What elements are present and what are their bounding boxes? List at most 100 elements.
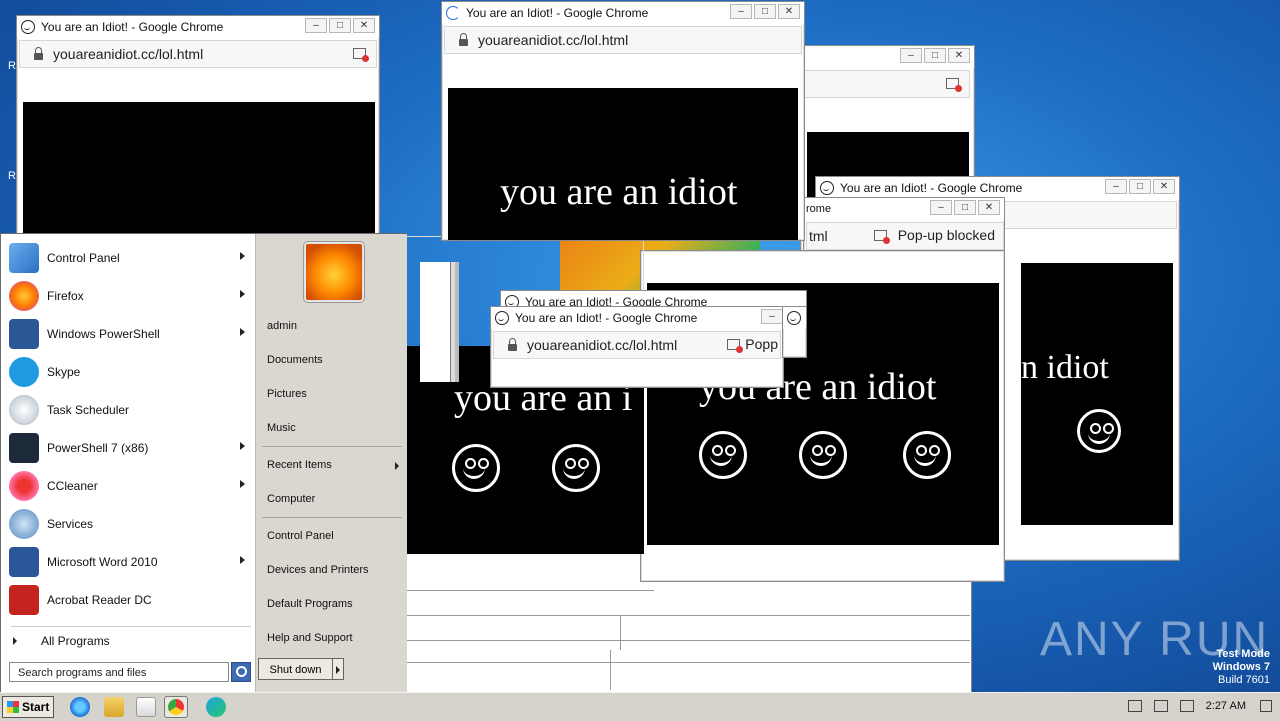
title-bar[interactable]: You are an Idiot! - Google Chrome – [491, 307, 783, 329]
powershell7-icon [9, 433, 39, 463]
volume-icon[interactable] [1128, 700, 1142, 712]
start-item-control-panel[interactable]: Control Panel [9, 240, 253, 276]
start-item-label: Windows PowerShell [47, 327, 160, 341]
places-item-documents[interactable]: Documents [267, 354, 323, 366]
watermark-line: Test Mode [1216, 648, 1270, 660]
places-item-control-panel[interactable]: Control Panel [267, 530, 334, 542]
shutdown-button[interactable]: Shut down [258, 658, 333, 680]
lock-icon [508, 337, 517, 351]
media-player-icon[interactable] [136, 697, 156, 717]
minimize-button[interactable]: – [730, 4, 752, 19]
search-icon[interactable] [231, 662, 251, 682]
start-item-label: Skype [47, 365, 81, 379]
start-item-word[interactable]: Microsoft Word 2010 [9, 544, 253, 580]
search-input[interactable]: Search programs and files [9, 662, 229, 682]
minimize-button[interactable]: – [761, 309, 783, 324]
popup-blocked-label[interactable]: Pop-up blocked [898, 227, 995, 243]
network-icon[interactable] [1154, 700, 1168, 712]
minimize-button[interactable]: – [900, 48, 922, 63]
title-bar[interactable]: rome – □ ✕ [804, 198, 1004, 220]
minimize-button[interactable]: – [305, 18, 327, 33]
address-bar[interactable] [803, 70, 970, 98]
chrome-popup-window[interactable]: You are an Idiot! - Google Chrome – □ ✕ … [441, 1, 805, 241]
title-bar[interactable]: You are an Idiot! - Google Chrome – □ ✕ [442, 2, 804, 24]
places-item-recent[interactable]: Recent Items [267, 459, 399, 471]
close-button[interactable]: ✕ [1153, 179, 1175, 194]
user-avatar[interactable] [304, 242, 364, 302]
popup-blocked-label[interactable]: Popp [745, 336, 778, 352]
chrome-popup-window[interactable]: You are an Idiot! - Google Chrome – □ ✕ … [16, 15, 380, 242]
places-item-admin[interactable]: admin [267, 320, 297, 332]
start-item-windows-powershell[interactable]: Windows PowerShell [9, 316, 253, 352]
start-item-services[interactable]: Services [9, 506, 253, 542]
title-bar[interactable] [783, 307, 806, 329]
start-item-skype[interactable]: Skype [9, 354, 253, 390]
maximize-button[interactable]: □ [1129, 179, 1151, 194]
start-item-acrobat[interactable]: Acrobat Reader DC [9, 582, 253, 618]
close-button[interactable]: ✕ [353, 18, 375, 33]
test-mode-watermark: Test Mode Windows 7 Build 7601 [1213, 648, 1270, 687]
start-item-powershell7[interactable]: PowerShell 7 (x86) [9, 430, 253, 466]
close-button[interactable]: ✕ [978, 200, 1000, 215]
maximize-button[interactable]: □ [329, 18, 351, 33]
smiley-icon [799, 431, 847, 479]
all-programs-button[interactable]: All Programs [13, 634, 110, 648]
smiley-favicon-icon [820, 181, 834, 195]
divider [262, 517, 402, 518]
start-button[interactable]: Start [2, 696, 54, 718]
taskbar: Start 2:27 AM [0, 692, 1280, 721]
places-item-music[interactable]: Music [267, 422, 296, 434]
maximize-button[interactable]: □ [754, 4, 776, 19]
places-item-pictures[interactable]: Pictures [267, 388, 307, 400]
minimize-button[interactable]: – [930, 200, 952, 215]
address-bar[interactable]: tml Pop-up blocked [806, 222, 1004, 250]
ccleaner-icon [9, 471, 39, 501]
title-bar[interactable]: You are an Idiot! - Google Chrome – □ ✕ [17, 16, 379, 38]
explorer-icon[interactable] [104, 697, 124, 717]
window-title: You are an Idiot! - Google Chrome [840, 181, 1023, 195]
submenu-arrow-icon [240, 480, 245, 488]
start-menu-programs: Control Panel Firefox Windows PowerShell… [3, 236, 253, 684]
action-center-flag-icon[interactable] [1180, 700, 1194, 712]
close-button[interactable]: ✕ [948, 48, 970, 63]
popup-blocked-icon[interactable] [353, 48, 369, 62]
recent-items-label: Recent Items [267, 459, 332, 471]
divider [262, 446, 402, 447]
start-item-ccleaner[interactable]: CCleaner [9, 468, 253, 504]
lock-icon [34, 46, 43, 60]
smiley-icon [1077, 409, 1121, 453]
chrome-popup-window[interactable]: You are an Idiot! - Google Chrome – youa… [490, 306, 784, 388]
chrome-taskbar-button[interactable] [164, 696, 188, 718]
popup-blocked-icon[interactable] [946, 78, 962, 92]
loading-spinner-icon [446, 6, 460, 20]
address-bar[interactable]: youareanidiot.cc/lol.html Popp [493, 331, 781, 359]
ie-icon[interactable] [70, 697, 90, 717]
start-item-task-scheduler[interactable]: Task Scheduler [9, 392, 253, 428]
shutdown-options-button[interactable] [332, 658, 344, 680]
window-title: You are an Idiot! - Google Chrome [41, 20, 224, 34]
clock[interactable]: 2:27 AM [1206, 700, 1246, 712]
chrome-popup-window[interactable] [782, 306, 807, 358]
minimize-button[interactable]: – [1105, 179, 1127, 194]
close-button[interactable]: ✕ [778, 4, 800, 19]
start-menu[interactable]: Control Panel Firefox Windows PowerShell… [0, 233, 407, 693]
submenu-arrow-icon [240, 290, 245, 298]
places-item-default-programs[interactable]: Default Programs [267, 598, 353, 610]
edge-icon[interactable] [206, 697, 226, 717]
show-desktop-icon[interactable] [1260, 700, 1272, 712]
places-item-computer[interactable]: Computer [267, 493, 315, 505]
popup-blocked-icon[interactable] [874, 230, 890, 244]
smiley-icon [699, 431, 747, 479]
start-item-label: Microsoft Word 2010 [47, 555, 158, 569]
address-bar[interactable]: youareanidiot.cc/lol.html [19, 40, 377, 68]
popup-blocked-icon[interactable] [727, 339, 743, 353]
maximize-button[interactable]: □ [924, 48, 946, 63]
address-bar[interactable]: youareanidiot.cc/lol.html [444, 26, 802, 54]
title-bar[interactable]: – □ ✕ [801, 46, 974, 68]
start-item-firefox[interactable]: Firefox [9, 278, 253, 314]
places-item-devices[interactable]: Devices and Printers [267, 564, 369, 576]
url-text: tml [809, 228, 828, 244]
places-item-help[interactable]: Help and Support [267, 632, 353, 644]
title-bar[interactable]: You are an Idiot! - Google Chrome – □ ✕ [816, 177, 1179, 199]
maximize-button[interactable]: □ [954, 200, 976, 215]
